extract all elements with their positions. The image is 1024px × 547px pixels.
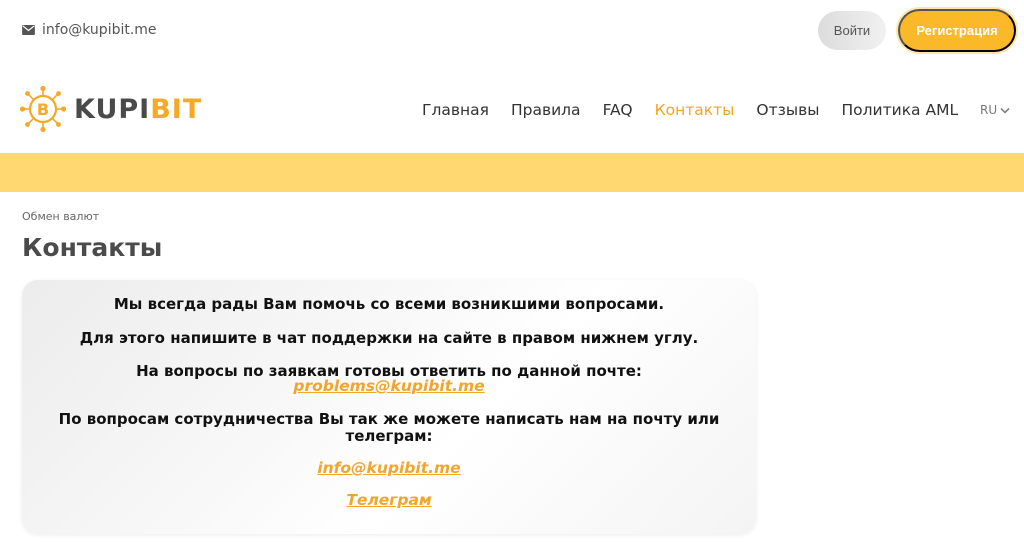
logo-text: KUPIBIT xyxy=(74,94,202,125)
envelope-icon xyxy=(22,25,35,35)
cooperation-text: По вопросам сотрудничества Вы так же мож… xyxy=(58,410,720,428)
login-button[interactable]: Войти xyxy=(818,11,886,50)
nav-item-faq[interactable]: FAQ xyxy=(603,101,633,119)
main-nav: Главная Правила FAQ Контакты Отзывы Поли… xyxy=(422,101,980,119)
problems-email-row: problems@kupibit.me xyxy=(22,377,756,395)
chat-support-text: Для этого напишите в чат поддержки на са… xyxy=(79,329,699,347)
telegram-link[interactable]: Телеграм xyxy=(346,491,431,509)
info-email-link[interactable]: info@kupibit.me xyxy=(317,459,460,477)
header-band xyxy=(0,153,1024,192)
svg-text:B: B xyxy=(37,100,49,119)
problems-email-link[interactable]: problems@kupibit.me xyxy=(293,377,484,395)
bitcoin-circuit-icon: B xyxy=(20,86,66,132)
page-title: Контакты xyxy=(22,233,163,262)
breadcrumb[interactable]: Обмен валют xyxy=(22,210,99,223)
nav-item-aml-policy[interactable]: Политика AML xyxy=(841,101,958,119)
contacts-card: Мы всегда рады Вам помочь со всеми возни… xyxy=(22,280,756,534)
info-email-row: info@kupibit.me xyxy=(22,459,756,477)
logo-text-kupi: KUPI xyxy=(74,93,151,125)
telegram-row: Телеграм xyxy=(22,491,756,509)
contact-email-text: info@kupibit.me xyxy=(42,22,157,38)
nav-item-rules[interactable]: Правила xyxy=(511,101,581,119)
register-button[interactable]: Регистрация xyxy=(898,9,1016,52)
language-selector[interactable]: RU xyxy=(980,103,1010,117)
chevron-down-icon xyxy=(1000,107,1010,114)
cooperation-text-2: телеграм: xyxy=(345,427,433,445)
site-logo[interactable]: B KUPIBIT xyxy=(20,86,202,132)
language-label: RU xyxy=(980,103,998,117)
nav-item-contacts[interactable]: Контакты xyxy=(655,101,735,119)
contact-email[interactable]: info@kupibit.me xyxy=(22,22,157,38)
nav-item-home[interactable]: Главная xyxy=(422,101,489,119)
top-bar: info@kupibit.me Войти Регистрация xyxy=(0,0,1024,62)
nav-item-reviews[interactable]: Отзывы xyxy=(756,101,819,119)
help-text: Мы всегда рады Вам помочь со всеми возни… xyxy=(113,295,665,313)
logo-text-bit: BIT xyxy=(150,93,203,125)
